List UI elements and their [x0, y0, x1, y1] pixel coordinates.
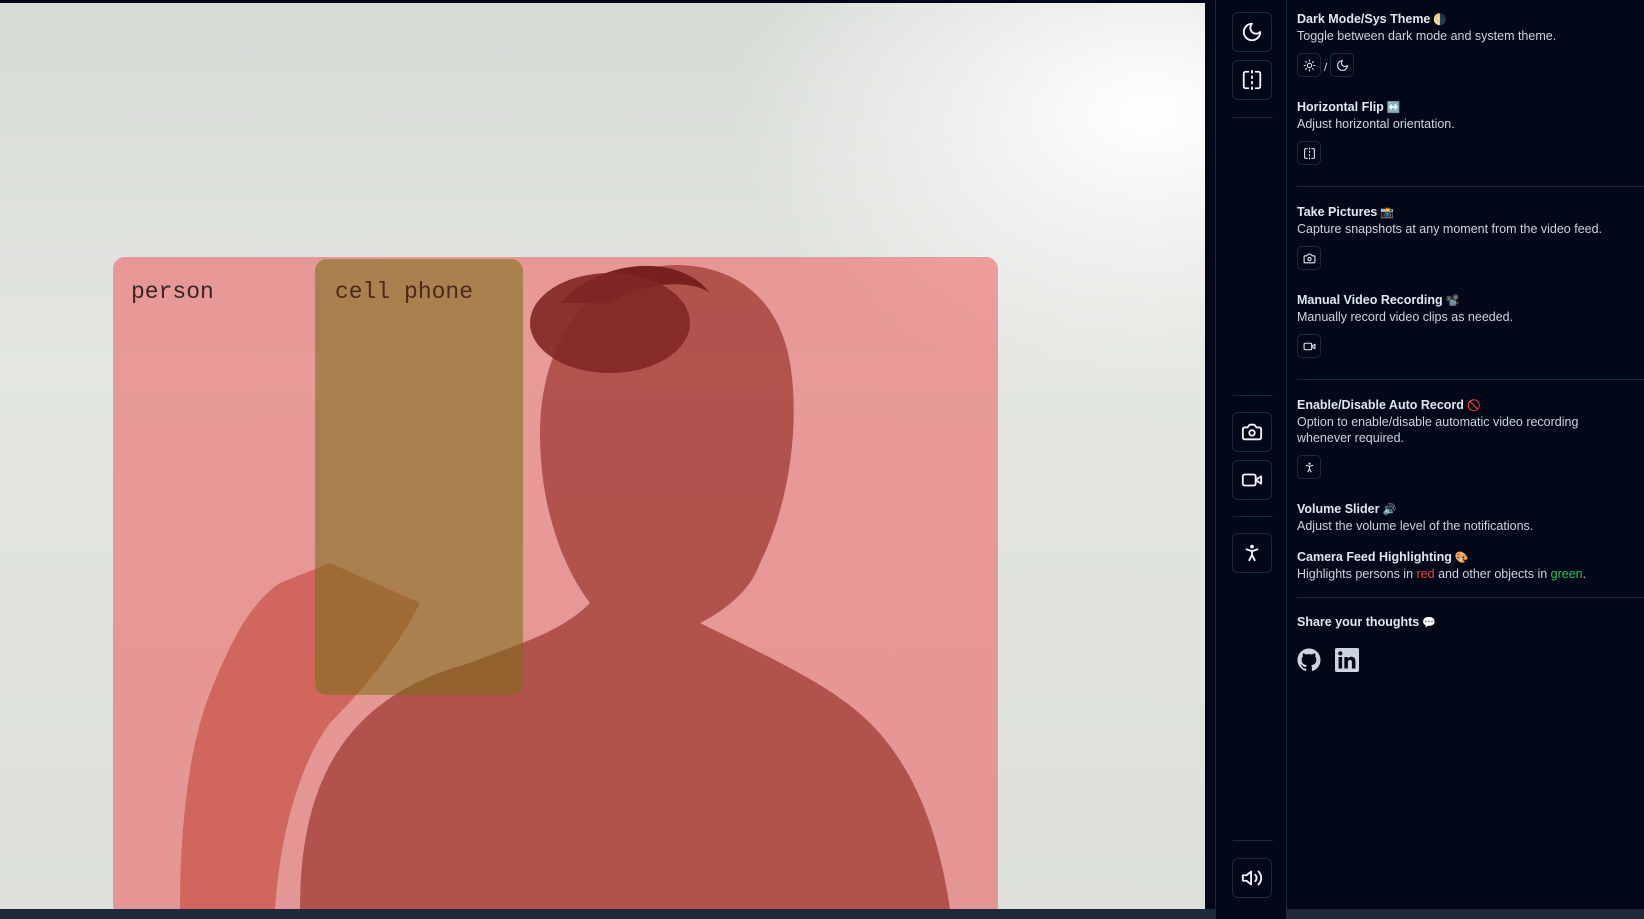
section-description: Toggle between dark mode and system them… — [1297, 29, 1557, 43]
speech-bubble-emoji-icon: 💬 — [1422, 617, 1436, 629]
desc-text: Highlights persons in — [1297, 567, 1417, 581]
desc-text: and other objects in — [1434, 567, 1551, 581]
half-moon-emoji-icon: 🌗 — [1433, 14, 1448, 26]
video-icon — [1241, 473, 1263, 487]
record-video-mini-button[interactable] — [1297, 334, 1321, 358]
camera-flash-emoji-icon: 📸 — [1380, 207, 1395, 219]
section-description: Highlights persons in red and other obje… — [1297, 566, 1637, 582]
cell-phone-detection-box: cell phone — [315, 259, 523, 695]
linkedin-icon[interactable] — [1335, 648, 1359, 672]
section-title: Enable/Disable Auto Record 🚫 — [1297, 398, 1481, 412]
recording-buttons — [1297, 334, 1637, 358]
desc-text: . — [1582, 567, 1587, 581]
panel-divider — [1297, 186, 1644, 187]
cell-phone-detection-label: cell phone — [335, 279, 474, 305]
rail-divider — [1233, 395, 1273, 396]
green-word: green — [1550, 567, 1583, 581]
section-title: Horizontal Flip ↔️ — [1297, 100, 1401, 114]
red-word: red — [1416, 567, 1435, 581]
section-title: Share your thoughts 💬 — [1297, 615, 1436, 629]
horizontal-flip-section: Horizontal Flip ↔️ Adjust horizontal orie… — [1297, 99, 1637, 165]
rail-divider — [1233, 840, 1273, 841]
camera-icon — [1303, 253, 1315, 263]
flip-mini-button[interactable] — [1297, 141, 1321, 165]
auto-record-section: Enable/Disable Auto Record 🚫 Option to en… — [1297, 397, 1637, 479]
moon-icon — [1336, 59, 1348, 71]
section-title: Volume Slider 🔊 — [1297, 502, 1397, 516]
section-title: Camera Feed Highlighting 🎨 — [1297, 550, 1469, 564]
record-video-button[interactable] — [1232, 460, 1272, 500]
moon-icon — [1242, 22, 1262, 42]
section-title: Take Pictures 📸 — [1297, 205, 1395, 219]
take-pictures-section: Take Pictures 📸 Capture snapshots at any … — [1297, 204, 1637, 270]
social-links — [1297, 648, 1637, 672]
section-description: Capture snapshots at any moment from the… — [1297, 222, 1603, 236]
rail-divider — [1233, 117, 1273, 118]
left-right-arrow-emoji-icon: ↔️ — [1386, 102, 1401, 114]
info-panel: Dark Mode/Sys Theme 🌗 Toggle between dark… — [1297, 0, 1644, 919]
film-projector-emoji-icon: 📽️ — [1445, 295, 1460, 307]
dark-theme-button[interactable] — [1330, 53, 1355, 77]
volume-button[interactable] — [1232, 858, 1272, 898]
picture-buttons — [1297, 246, 1637, 270]
section-title: Dark Mode/Sys Theme 🌗 — [1297, 12, 1448, 26]
volume-icon — [1241, 870, 1263, 886]
section-description: Option to enable/disable automatic video… — [1297, 415, 1579, 445]
feed-highlighting-section: Camera Feed Highlighting 🎨 Highlights per… — [1297, 549, 1637, 582]
flip-horizontal-icon — [1303, 147, 1315, 159]
theme-separator: / — [1324, 60, 1328, 74]
manual-recording-section: Manual Video Recording 📽️ Manually record… — [1297, 292, 1637, 358]
take-picture-button[interactable] — [1232, 412, 1272, 452]
volume-slider-section: Volume Slider 🔊 Adjust the volume level o… — [1297, 501, 1637, 534]
share-thoughts-section: Share your thoughts 💬 — [1297, 614, 1637, 672]
auto-record-buttons — [1297, 455, 1637, 479]
video-icon — [1303, 342, 1315, 350]
panel-divider — [1297, 379, 1644, 380]
take-picture-mini-button[interactable] — [1297, 246, 1321, 270]
person-standing-icon — [1305, 462, 1313, 472]
section-title: Manual Video Recording 📽️ — [1297, 293, 1460, 307]
section-description: Manually record video clips as needed. — [1297, 310, 1514, 324]
app-root: person cell phone Dark Mode/Sys Theme 🌗 … — [0, 0, 1644, 919]
person-standing-icon — [1245, 544, 1259, 562]
rail-divider — [1233, 516, 1273, 517]
person-detection-box: person — [113, 257, 998, 909]
panel-divider — [1297, 597, 1644, 598]
camera-feed: person cell phone — [0, 3, 1205, 909]
speaker-emoji-icon: 🔊 — [1382, 504, 1397, 516]
section-description: Adjust horizontal orientation. — [1297, 117, 1455, 131]
light-theme-button[interactable] — [1297, 53, 1321, 77]
flip-horizontal-icon — [1242, 69, 1262, 91]
flip-buttons — [1297, 141, 1637, 165]
person-detection-label: person — [131, 279, 214, 305]
section-description: Adjust the volume level of the notificat… — [1297, 519, 1534, 533]
camera-icon — [1241, 423, 1263, 441]
theme-toggle-button[interactable] — [1232, 12, 1272, 52]
control-rail — [1215, 0, 1287, 919]
auto-record-mini-button[interactable] — [1297, 455, 1321, 479]
prohibited-emoji-icon: 🚫 — [1466, 400, 1481, 412]
dark-mode-section: Dark Mode/Sys Theme 🌗 Toggle between dark… — [1297, 11, 1637, 77]
flip-button[interactable] — [1232, 60, 1272, 100]
sun-icon — [1303, 59, 1315, 71]
palette-emoji-icon: 🎨 — [1454, 552, 1469, 564]
github-icon[interactable] — [1297, 648, 1321, 672]
auto-record-toggle-button[interactable] — [1232, 533, 1272, 573]
theme-buttons: / — [1297, 53, 1637, 77]
